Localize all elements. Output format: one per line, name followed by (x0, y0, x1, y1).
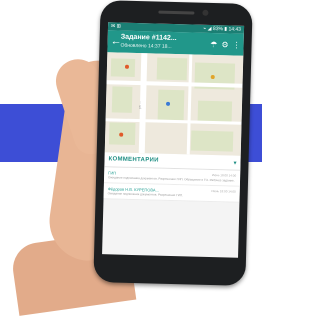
umbrella-icon[interactable]: ☂ (210, 39, 217, 48)
map-pin-icon[interactable] (124, 64, 130, 69)
map-view[interactable]: ул. ... (104, 52, 244, 156)
map-block (111, 86, 133, 113)
settings-icon[interactable]: ⚙ (221, 40, 228, 49)
map-pin-icon[interactable] (119, 132, 124, 137)
map-pin-icon[interactable] (165, 101, 171, 106)
back-arrow-icon[interactable]: ← (110, 35, 121, 47)
task-subtitle: Обновлено 14:37 18... (120, 42, 172, 50)
comment-item[interactable]: Фёдоров Н.В. КУРЕПОВА... Июнь 18:00 14:0… (103, 183, 240, 203)
map-block (110, 58, 136, 77)
map-block (190, 130, 234, 152)
map-block (157, 89, 185, 121)
chevron-down-icon[interactable]: ▾ (233, 159, 236, 166)
phone-screen: ✉ ⊞ ⌁ ◢ 83% ▮ 14:43 ← Задание #1142... О… (102, 22, 245, 258)
phone-camera (202, 9, 209, 16)
map-block (156, 57, 188, 81)
status-right-text: ⌁ ◢ 83% ▮ 14:43 (203, 25, 242, 33)
phone: ✉ ⊞ ⌁ ◢ 83% ▮ 14:43 ← Задание #1142... О… (93, 0, 253, 286)
phone-speaker (158, 10, 195, 15)
more-icon[interactable]: ⋮ (232, 40, 240, 49)
app-bar-titles: Задание #1142... Обновлено 14:37 18... (120, 34, 206, 52)
map-pin-icon[interactable] (210, 74, 215, 80)
map-road-label: ул. ... (137, 101, 142, 109)
comments-title: КОММЕНТАРИИ (108, 156, 159, 164)
comment-time: Июнь 18:00 14:00 (211, 189, 236, 194)
status-left-icons: ✉ ⊞ (110, 23, 121, 30)
